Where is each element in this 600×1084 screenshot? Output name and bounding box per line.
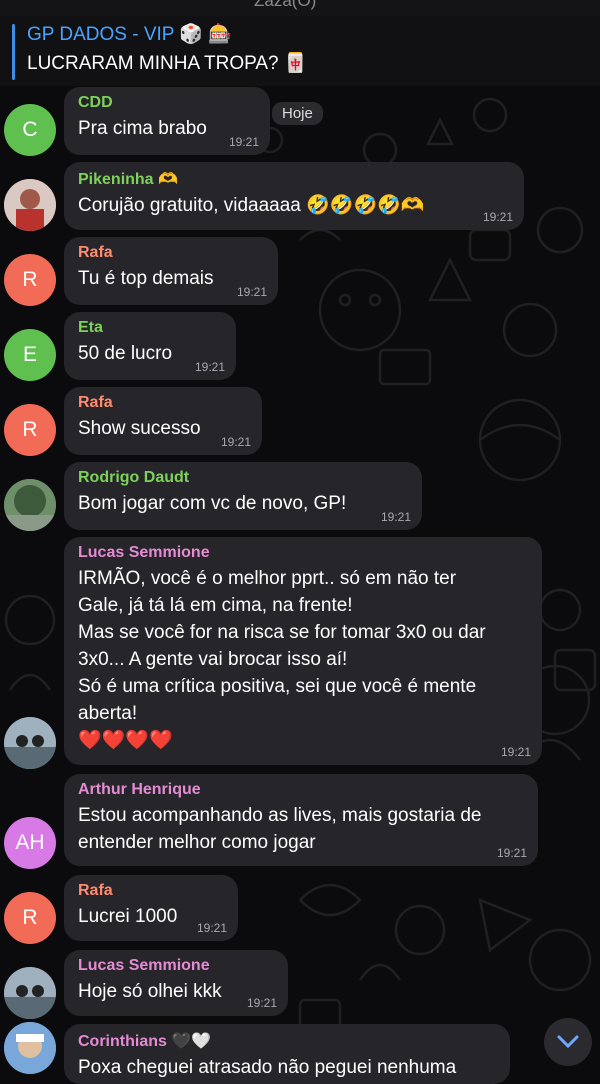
message-text: IRMÃO, você é o melhor pprt.. só em não … (78, 568, 486, 751)
scroll-down-button[interactable] (544, 1018, 592, 1066)
message-time: 19:21 (194, 360, 225, 374)
avatar[interactable] (4, 717, 56, 769)
message-text: Estou acompanhando as lives, mais gostar… (78, 805, 482, 853)
sender-name[interactable]: Pikeninha 🫶 (78, 169, 512, 189)
avatar[interactable]: R (4, 404, 56, 456)
message-bubble[interactable]: CDD Pra cima brabo 19:21 (64, 87, 270, 155)
message-bubble[interactable]: Rafa Show sucesso 19:21 (64, 387, 262, 455)
avatar-photo (4, 717, 56, 769)
message-text: Bom jogar com vc de novo, GP! (78, 493, 347, 514)
avatar[interactable]: R (4, 892, 56, 944)
sender-name[interactable]: Corinthians 🖤🤍 (78, 1031, 498, 1051)
sender-name[interactable]: Rafa (78, 882, 226, 900)
pinned-indicator (12, 24, 15, 80)
message-bubble[interactable]: Rafa Tu é top demais 19:21 (64, 237, 278, 305)
date-chip: Hoje (272, 102, 323, 125)
avatar-initials: R (22, 418, 38, 441)
avatar[interactable]: R (4, 254, 56, 306)
message-time: 19:21 (236, 285, 267, 299)
message-bubble[interactable]: Rodrigo Daudt Bom jogar com vc de novo, … (64, 462, 422, 530)
pinned-title: GP DADOS - VIP 🎲 🎰 (27, 24, 232, 45)
avatar-photo (4, 1022, 56, 1074)
avatar-photo (4, 179, 56, 231)
top-strip-text: Zaza(O) (254, 0, 317, 10)
message-bubble[interactable]: Eta 50 de lucro 19:21 (64, 312, 236, 380)
message-text: Poxa cheguei atrasado não peguei nenhuma (78, 1057, 457, 1078)
message-bubble[interactable]: Rafa Lucrei 1000 19:21 (64, 875, 238, 941)
sender-name[interactable]: Rodrigo Daudt (78, 469, 410, 487)
avatar-photo (4, 479, 56, 531)
avatar[interactable]: E (4, 329, 56, 381)
message-time: 19:21 (220, 435, 251, 449)
top-strip: Zaza(O) (0, 0, 600, 17)
message-time: 19:21 (228, 135, 259, 149)
message-bubble[interactable]: Corinthians 🖤🤍 Poxa cheguei atrasado não… (64, 1024, 510, 1084)
sender-name[interactable]: Rafa (78, 244, 266, 262)
pinned-message-bar[interactable]: GP DADOS - VIP 🎲 🎰 LUCRARAM MINHA TROPA?… (0, 16, 600, 86)
sender-name[interactable]: Eta (78, 319, 224, 337)
chevron-down-icon (557, 1035, 579, 1049)
avatar-photo (4, 967, 56, 1019)
message-time: 19:21 (500, 745, 531, 759)
sender-name[interactable]: Lucas Semmione (78, 957, 276, 975)
avatar[interactable] (4, 1022, 56, 1074)
sender-name[interactable]: Rafa (78, 394, 250, 412)
message-bubble[interactable]: Lucas Semmione IRMÃO, você é o melhor pp… (64, 537, 542, 765)
pinned-text: LUCRARAM MINHA TROPA? 🀄 (27, 53, 308, 74)
message-bubble[interactable]: Arthur Henrique Estou acompanhando as li… (64, 774, 538, 866)
message-time: 19:21 (496, 846, 527, 860)
message-text: Corujão gratuito, vidaaaaa 🤣🤣🤣🤣🫶 (78, 195, 425, 216)
message-time: 19:21 (380, 510, 411, 524)
avatar[interactable] (4, 479, 56, 531)
avatar-initials: R (22, 906, 38, 929)
sender-name[interactable]: Arthur Henrique (78, 781, 526, 799)
avatar[interactable]: AH (4, 817, 56, 869)
avatar[interactable]: C (4, 104, 56, 156)
avatar-initials: C (22, 118, 38, 141)
avatar[interactable] (4, 179, 56, 231)
message-time: 19:21 (196, 921, 227, 935)
message-time: 19:21 (246, 996, 277, 1010)
sender-name[interactable]: CDD (78, 94, 258, 112)
message-bubble[interactable]: Pikeninha 🫶 Corujão gratuito, vidaaaaa 🤣… (64, 162, 524, 230)
message-time: 19:21 (482, 210, 513, 224)
avatar[interactable] (4, 967, 56, 1019)
avatar-initials: R (22, 268, 38, 291)
message-bubble[interactable]: Lucas Semmione Hoje só olhei kkk 19:21 (64, 950, 288, 1016)
avatar-initials: E (22, 343, 37, 366)
avatar-initials: AH (15, 831, 45, 854)
sender-name[interactable]: Lucas Semmione (78, 544, 530, 562)
